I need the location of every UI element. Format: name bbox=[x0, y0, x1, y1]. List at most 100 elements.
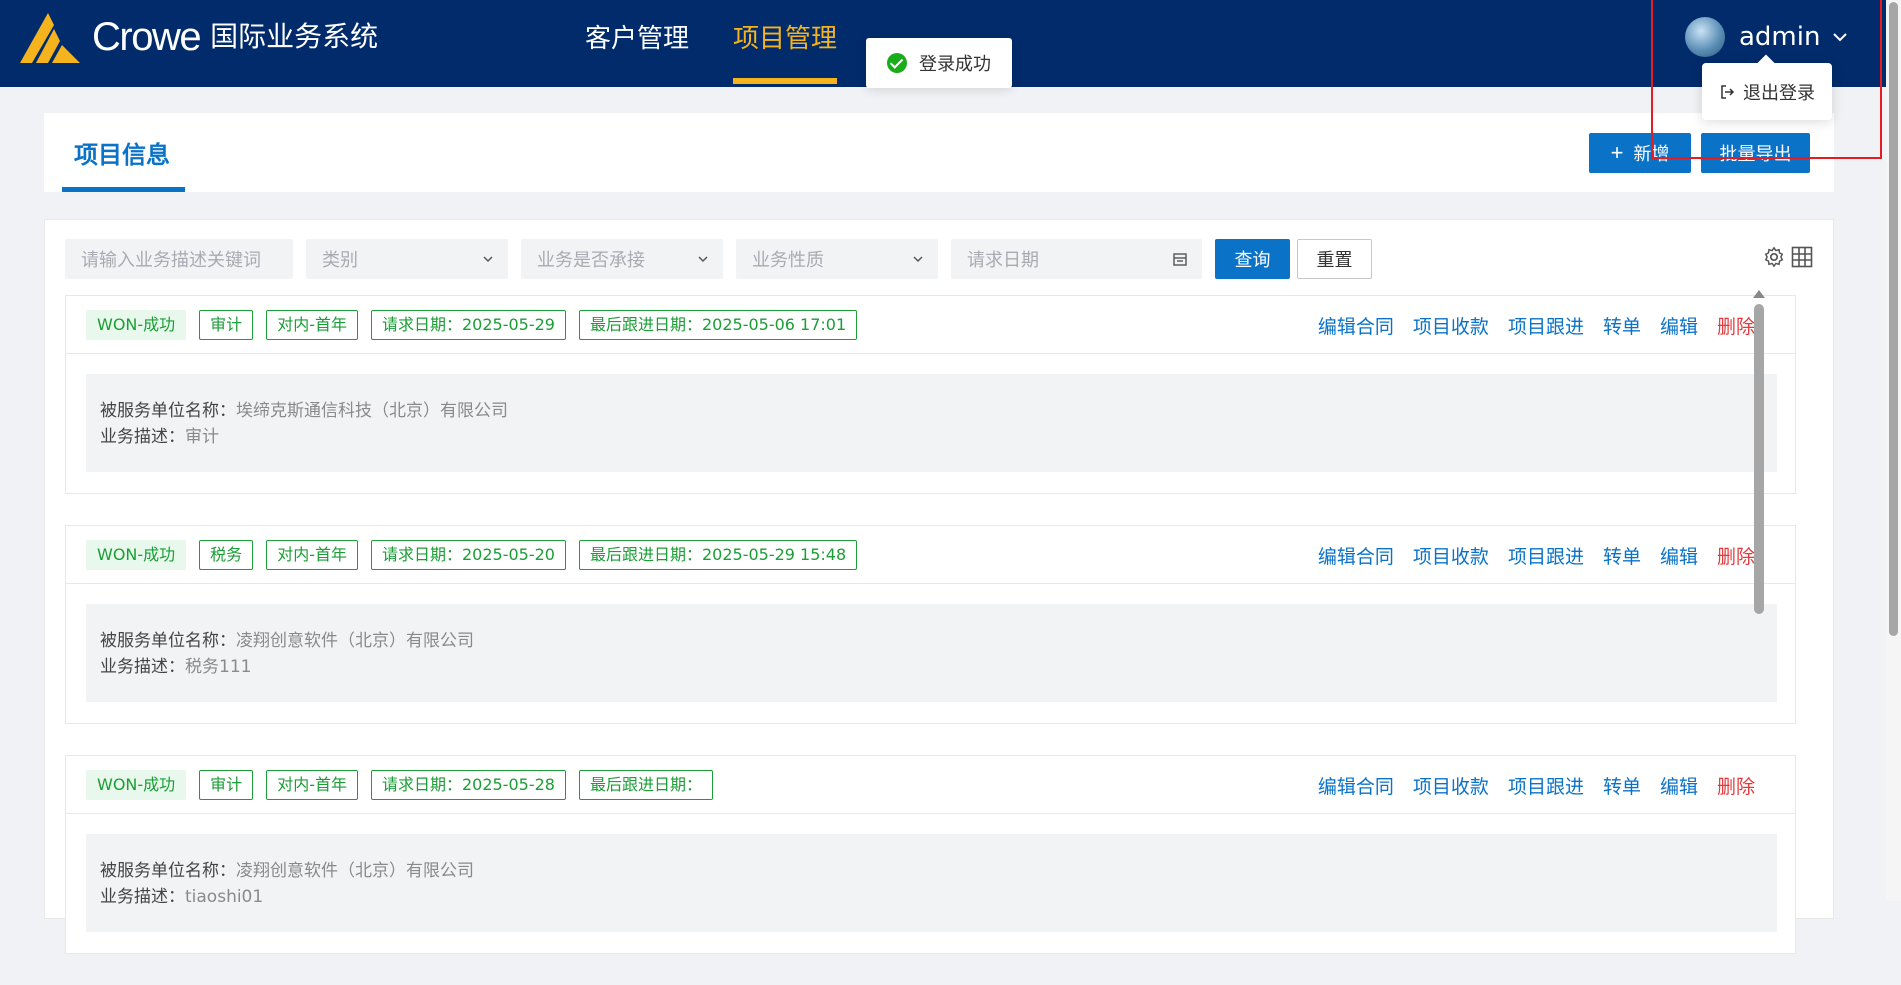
toast-message: 登录成功 bbox=[919, 54, 991, 75]
list-scrollbar-thumb[interactable] bbox=[1754, 304, 1764, 614]
edit-contract-link[interactable]: 编辑合同 bbox=[1318, 542, 1394, 569]
edit-contract-link[interactable]: 编辑合同 bbox=[1318, 312, 1394, 339]
nature-tag: 对内-首年 bbox=[266, 540, 358, 570]
transfer-link[interactable]: 转单 bbox=[1603, 542, 1641, 569]
user-name: admin bbox=[1739, 22, 1821, 52]
date-placeholder: 请求日期 bbox=[967, 250, 1039, 271]
keyword-placeholder: 请输入业务描述关键词 bbox=[81, 250, 261, 271]
chevron-down-icon bbox=[1833, 33, 1848, 42]
user-menu[interactable]: admin bbox=[1685, 17, 1850, 57]
chevron-down-icon bbox=[698, 256, 708, 263]
client-name-label: 被服务单位名称： bbox=[100, 631, 236, 651]
active-tab-indicator bbox=[62, 187, 185, 192]
project-follow-up-link[interactable]: 项目跟进 bbox=[1508, 542, 1584, 569]
add-button-label: 新增 bbox=[1633, 144, 1670, 164]
client-name-value: 埃缔克斯通信科技（北京）有限公司 bbox=[236, 401, 508, 421]
logo-text: Crowe bbox=[92, 15, 202, 59]
edit-link[interactable]: 编辑 bbox=[1660, 542, 1698, 569]
plus-icon: + bbox=[1610, 140, 1624, 165]
system-name: 国际业务系统 bbox=[210, 20, 379, 53]
project-list: WON-成功 审计 对内-首年 请求日期：2025-05-29 最后跟进日期：2… bbox=[65, 295, 1796, 985]
project-card: WON-成功 审计 对内-首年 请求日期：2025-05-28 最后跟进日期： … bbox=[65, 755, 1796, 954]
category-select[interactable]: 类别 bbox=[306, 239, 508, 279]
list-scrollbar[interactable] bbox=[1752, 290, 1766, 910]
project-tags: WON-成功 税务 对内-首年 请求日期：2025-05-20 最后跟进日期：2… bbox=[86, 540, 870, 570]
request-date-tag: 请求日期：2025-05-29 bbox=[370, 310, 566, 340]
success-toast: 登录成功 bbox=[866, 38, 1012, 88]
type-tag: 税务 bbox=[199, 540, 254, 570]
project-card: WON-成功 税务 对内-首年 请求日期：2025-05-20 最后跟进日期：2… bbox=[65, 525, 1796, 724]
client-name-value: 凌翔创意软件（北京）有限公司 bbox=[236, 631, 474, 651]
edit-link[interactable]: 编辑 bbox=[1660, 312, 1698, 339]
accepted-select[interactable]: 业务是否承接 bbox=[521, 239, 723, 279]
last-follow-date-tag: 最后跟进日期： bbox=[578, 770, 713, 800]
status-badge: WON-成功 bbox=[86, 310, 187, 340]
description-value: 税务111 bbox=[185, 657, 252, 677]
nature-placeholder: 业务性质 bbox=[752, 250, 824, 271]
delete-link[interactable]: 删除 bbox=[1717, 542, 1755, 569]
nav-customer-management[interactable]: 客户管理 bbox=[585, 0, 689, 87]
last-follow-date-tag: 最后跟进日期：2025-05-29 15:48 bbox=[578, 540, 858, 570]
main-nav: 客户管理 项目管理 bbox=[585, 0, 881, 87]
project-payment-link[interactable]: 项目收款 bbox=[1413, 542, 1489, 569]
delete-link[interactable]: 删除 bbox=[1717, 772, 1755, 799]
page-scrollbar-thumb[interactable] bbox=[1889, 2, 1898, 636]
project-actions: 编辑合同 项目收款 项目跟进 转单 编辑 删除 bbox=[1299, 542, 1755, 569]
page-header-card: 项目信息 + 新增 批量导出 bbox=[44, 113, 1834, 192]
project-tags: WON-成功 审计 对内-首年 请求日期：2025-05-28 最后跟进日期： bbox=[86, 770, 726, 800]
delete-link[interactable]: 删除 bbox=[1717, 312, 1755, 339]
divider bbox=[66, 813, 1795, 814]
chevron-down-icon bbox=[913, 256, 923, 263]
transfer-link[interactable]: 转单 bbox=[1603, 312, 1641, 339]
crowe-logo-icon bbox=[20, 13, 80, 63]
type-tag: 审计 bbox=[199, 770, 254, 800]
project-list-card: 请输入业务描述关键词 类别 业务是否承接 业务性质 请求日期 查询 重置 WON… bbox=[44, 219, 1834, 954]
chevron-down-icon bbox=[483, 256, 493, 263]
logout-label: 退出登录 bbox=[1743, 82, 1815, 104]
project-card: WON-成功 审计 对内-首年 请求日期：2025-05-29 最后跟进日期：2… bbox=[65, 295, 1796, 494]
client-name-label: 被服务单位名称： bbox=[100, 401, 236, 421]
type-tag: 审计 bbox=[199, 310, 254, 340]
last-follow-date-tag: 最后跟进日期：2025-05-06 17:01 bbox=[578, 310, 858, 340]
add-button[interactable]: + 新增 bbox=[1589, 133, 1691, 173]
avatar bbox=[1685, 17, 1725, 57]
project-follow-up-link[interactable]: 项目跟进 bbox=[1508, 312, 1584, 339]
transfer-link[interactable]: 转单 bbox=[1603, 772, 1641, 799]
description-value: tiaoshi01 bbox=[185, 887, 264, 907]
edit-contract-link[interactable]: 编辑合同 bbox=[1318, 772, 1394, 799]
project-actions: 编辑合同 项目收款 项目跟进 转单 编辑 删除 bbox=[1299, 772, 1755, 799]
accepted-placeholder: 业务是否承接 bbox=[537, 250, 645, 271]
page-scrollbar[interactable] bbox=[1886, 0, 1901, 901]
logout-icon bbox=[1721, 84, 1735, 99]
batch-export-button[interactable]: 批量导出 bbox=[1701, 133, 1810, 173]
table-columns-icon[interactable] bbox=[1791, 246, 1813, 268]
query-button[interactable]: 查询 bbox=[1215, 239, 1290, 279]
logout-menu-item[interactable]: 退出登录 bbox=[1702, 63, 1832, 120]
project-follow-up-link[interactable]: 项目跟进 bbox=[1508, 772, 1584, 799]
reset-button[interactable]: 重置 bbox=[1297, 239, 1372, 279]
nature-select[interactable]: 业务性质 bbox=[736, 239, 938, 279]
description-label: 业务描述： bbox=[100, 657, 185, 677]
status-badge: WON-成功 bbox=[86, 770, 187, 800]
divider bbox=[66, 583, 1795, 584]
nature-tag: 对内-首年 bbox=[266, 310, 358, 340]
nature-tag: 对内-首年 bbox=[266, 770, 358, 800]
gear-icon[interactable] bbox=[1763, 246, 1785, 268]
nav-project-management[interactable]: 项目管理 bbox=[733, 0, 838, 87]
check-circle-icon bbox=[887, 53, 907, 73]
calendar-icon bbox=[1173, 253, 1187, 266]
scroll-up-arrow-icon[interactable] bbox=[1753, 290, 1765, 298]
project-tags: WON-成功 审计 对内-首年 请求日期：2025-05-29 最后跟进日期：2… bbox=[86, 310, 870, 340]
project-actions: 编辑合同 项目收款 项目跟进 转单 编辑 删除 bbox=[1299, 312, 1755, 339]
keyword-search-input[interactable]: 请输入业务描述关键词 bbox=[65, 239, 293, 279]
filter-bar: 请输入业务描述关键词 类别 业务是否承接 业务性质 请求日期 查询 重置 bbox=[65, 239, 1372, 279]
app-logo[interactable]: Crowe 国际业务系统 bbox=[18, 11, 378, 63]
project-payment-link[interactable]: 项目收款 bbox=[1413, 312, 1489, 339]
edit-link[interactable]: 编辑 bbox=[1660, 772, 1698, 799]
project-payment-link[interactable]: 项目收款 bbox=[1413, 772, 1489, 799]
page-title[interactable]: 项目信息 bbox=[74, 135, 170, 170]
request-date-picker[interactable]: 请求日期 bbox=[951, 239, 1202, 279]
project-details: 被服务单位名称：凌翔创意软件（北京）有限公司 业务描述：tiaoshi01 bbox=[86, 834, 1777, 932]
client-name-label: 被服务单位名称： bbox=[100, 861, 236, 881]
request-date-tag: 请求日期：2025-05-28 bbox=[370, 770, 566, 800]
